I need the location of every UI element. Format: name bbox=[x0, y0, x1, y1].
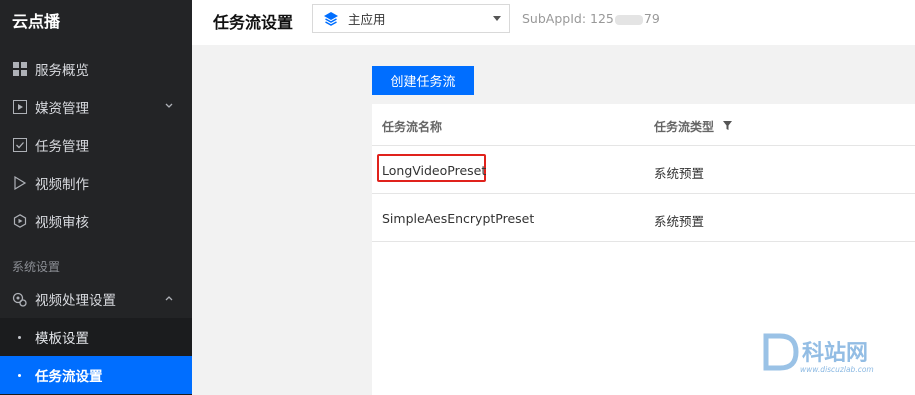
bullet-icon bbox=[18, 374, 21, 377]
watermark-url: www.discuzlab.com bbox=[800, 365, 874, 374]
chevron-up-icon[interactable] bbox=[164, 293, 174, 303]
table-header: 任务流名称 任务流类型 bbox=[372, 104, 915, 146]
sidebar-item-label: 视频处理设置 bbox=[35, 293, 116, 309]
settings-submenu: 模板设置 任务流设置 bbox=[0, 318, 192, 395]
taskflow-type: 系统预置 bbox=[654, 214, 705, 229]
taskflow-name[interactable]: SimpleAesEncryptPreset bbox=[382, 211, 534, 226]
taskflow-type: 系统预置 bbox=[654, 166, 705, 181]
brand-title: 云点播 bbox=[12, 12, 61, 31]
subappid-label: SubAppId: 125 79 bbox=[522, 11, 660, 26]
subappid-prefix: SubAppId: 125 bbox=[522, 11, 614, 26]
chevron-down-icon[interactable] bbox=[164, 101, 174, 111]
sidebar-item-video-production[interactable]: 视频制作 bbox=[0, 164, 192, 202]
sidebar-item-label: 视频制作 bbox=[35, 177, 89, 193]
redacted-blur bbox=[614, 14, 643, 25]
watermark-title: 科站网 bbox=[802, 341, 868, 366]
sidebar-item-video-review[interactable]: 视频审核 bbox=[0, 202, 192, 240]
sidebar-item-label: 任务流设置 bbox=[35, 369, 103, 385]
create-taskflow-button[interactable]: 创建任务流 bbox=[372, 66, 474, 95]
subappid-suffix: 79 bbox=[643, 11, 660, 26]
sidebar-item-media[interactable]: 媒资管理 bbox=[0, 88, 192, 126]
sidebar: 云点播 服务概览 媒资管理 任务管理 视频制作 视频审核 系统设置 视频处理设置… bbox=[0, 0, 192, 395]
sidebar-item-label: 模板设置 bbox=[35, 331, 89, 347]
taskflow-name[interactable]: LongVideoPreset bbox=[382, 163, 486, 178]
sidebar-item-label: 媒资管理 bbox=[35, 101, 89, 117]
column-header-type: 任务流类型 bbox=[654, 120, 715, 134]
table-row[interactable]: SimpleAesEncryptPreset 系统预置 bbox=[372, 194, 915, 242]
filter-icon[interactable] bbox=[723, 121, 732, 130]
app-select-value: 主应用 bbox=[348, 12, 386, 27]
sidebar-item-overview[interactable]: 服务概览 bbox=[0, 50, 192, 88]
layers-icon bbox=[323, 11, 339, 27]
sidebar-item-video-processing-settings[interactable]: 视频处理设置 bbox=[0, 280, 192, 318]
caret-down-icon bbox=[493, 16, 501, 21]
settings-cluster-icon bbox=[12, 292, 27, 307]
sidebar-item-label: 服务概览 bbox=[35, 63, 89, 79]
bullet-icon bbox=[18, 336, 21, 339]
header-bar: 任务流设置 主应用 SubAppId: 125 79 bbox=[192, 0, 915, 45]
sidebar-item-tasks[interactable]: 任务管理 bbox=[0, 126, 192, 164]
sidebar-item-taskflow-settings[interactable]: 任务流设置 bbox=[0, 356, 192, 394]
table-row[interactable]: LongVideoPreset 系统预置 bbox=[372, 146, 915, 194]
grid-icon bbox=[12, 62, 27, 77]
page-title: 任务流设置 bbox=[213, 13, 294, 32]
review-icon bbox=[12, 214, 27, 229]
section-label: 系统设置 bbox=[12, 260, 61, 274]
play-triangle-icon bbox=[12, 176, 27, 191]
sidebar-item-label: 任务管理 bbox=[35, 139, 89, 155]
play-box-icon bbox=[12, 100, 27, 115]
column-header-name: 任务流名称 bbox=[382, 120, 443, 134]
sidebar-item-template-settings[interactable]: 模板设置 bbox=[0, 318, 192, 356]
sidebar-item-label: 视频审核 bbox=[35, 215, 89, 231]
app-select[interactable]: 主应用 bbox=[312, 4, 510, 33]
check-box-icon bbox=[12, 138, 27, 153]
watermark-logo: 科站网 www.discuzlab.com bbox=[760, 330, 910, 375]
